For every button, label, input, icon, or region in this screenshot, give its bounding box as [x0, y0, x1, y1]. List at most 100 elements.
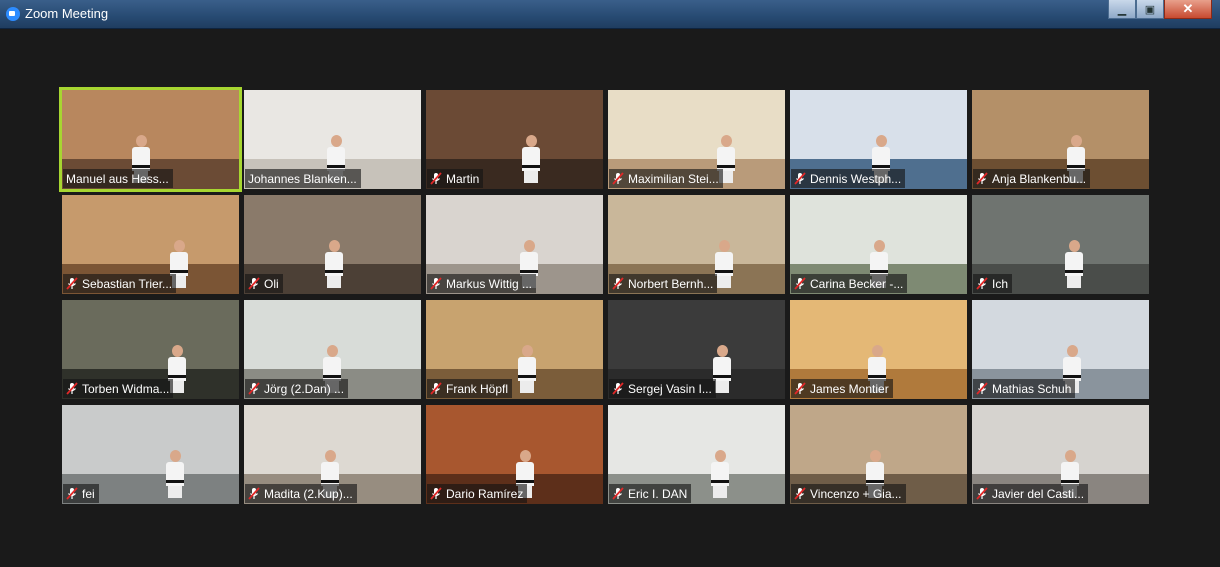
muted-mic-icon	[430, 277, 442, 290]
close-button[interactable]: ✕	[1164, 0, 1212, 19]
muted-mic-icon	[612, 487, 624, 500]
participant-name-tag: Carina Becker -...	[791, 274, 908, 293]
muted-mic-icon	[66, 487, 78, 500]
participant-name-tag: Johannes Blanken...	[245, 169, 361, 188]
muted-mic-icon	[430, 172, 442, 185]
participant-name-tag: Javier del Casti...	[973, 484, 1089, 503]
participant-figure	[166, 450, 184, 498]
participant-figure	[325, 240, 343, 288]
participant-tile[interactable]: Anja Blankenbu...	[972, 90, 1149, 189]
muted-mic-icon	[794, 172, 806, 185]
participant-name-tag: Anja Blankenbu...	[973, 169, 1091, 188]
participant-name-tag: fei	[63, 484, 99, 503]
participant-tile[interactable]: Markus Wittig ...	[426, 195, 603, 294]
participant-tile[interactable]: fei	[62, 405, 239, 504]
participant-name-tag: James Montier	[791, 379, 893, 398]
window-controls: ▁ ▣ ✕	[1108, 0, 1212, 20]
participant-name: Frank Höpfl	[446, 381, 509, 396]
participant-tile[interactable]: Oli	[244, 195, 421, 294]
muted-mic-icon	[976, 172, 988, 185]
participant-name: Sebastian Trier...	[82, 276, 173, 291]
participant-name: fei	[82, 486, 95, 501]
participant-figure	[1065, 240, 1083, 288]
muted-mic-icon	[794, 487, 806, 500]
participant-name: Oli	[264, 276, 279, 291]
participant-tile[interactable]: Sebastian Trier...	[62, 195, 239, 294]
maximize-button[interactable]: ▣	[1136, 0, 1164, 19]
participant-name: Anja Blankenbu...	[992, 171, 1087, 186]
participant-tile[interactable]: Maximilian Stei...	[608, 90, 785, 189]
participant-name-tag: Vincenzo + Gia...	[791, 484, 906, 503]
participant-name: Sergej Vasin I...	[628, 381, 712, 396]
participant-name: Dario Ramírez	[446, 486, 524, 501]
minimize-icon: ▁	[1117, 3, 1127, 16]
participant-name: Dennis Westph...	[810, 171, 902, 186]
participant-name: Eric I. DAN	[628, 486, 688, 501]
participant-tile[interactable]: Ich	[972, 195, 1149, 294]
participant-name-tag: Eric I. DAN	[609, 484, 692, 503]
participant-name-tag: Norbert Bernh...	[609, 274, 718, 293]
muted-mic-icon	[976, 382, 988, 395]
participant-name-tag: Dario Ramírez	[427, 484, 528, 503]
gallery-view: Manuel aus Hess... Johannes Blanken... Mar…	[59, 87, 1150, 504]
muted-mic-icon	[248, 382, 260, 395]
participant-figure	[711, 450, 729, 498]
participant-tile[interactable]: Mathias Schuh	[972, 300, 1149, 399]
participant-figure	[518, 345, 536, 393]
muted-mic-icon	[430, 382, 442, 395]
participant-tile[interactable]: Manuel aus Hess...	[59, 87, 242, 192]
muted-mic-icon	[794, 382, 806, 395]
participant-tile[interactable]: Johannes Blanken...	[244, 90, 421, 189]
participant-name: Javier del Casti...	[992, 486, 1085, 501]
participant-tile[interactable]: Eric I. DAN	[608, 405, 785, 504]
maximize-icon: ▣	[1144, 3, 1156, 16]
muted-mic-icon	[976, 277, 988, 290]
participant-name-tag: Dennis Westph...	[791, 169, 906, 188]
participant-tile[interactable]: Carina Becker -...	[790, 195, 967, 294]
participant-name: Maximilian Stei...	[628, 171, 719, 186]
participant-name-tag: Oli	[245, 274, 283, 293]
participant-tile[interactable]: Javier del Casti...	[972, 405, 1149, 504]
participant-name: Madita (2.Kup)...	[264, 486, 353, 501]
participant-name: Vincenzo + Gia...	[810, 486, 902, 501]
participant-name: Martin	[446, 171, 480, 186]
muted-mic-icon	[66, 277, 78, 290]
participant-tile[interactable]: Dario Ramírez	[426, 405, 603, 504]
participant-name: Carina Becker -...	[810, 276, 904, 291]
participant-tile[interactable]: Sergej Vasin I...	[608, 300, 785, 399]
participant-name-tag: Markus Wittig ...	[427, 274, 537, 293]
zoom-window: Zoom Meeting ▁ ▣ ✕ Manuel aus Hess... Joh…	[0, 0, 1220, 567]
muted-mic-icon	[430, 487, 442, 500]
participant-name: Torben Widma...	[82, 381, 170, 396]
minimize-button[interactable]: ▁	[1108, 0, 1136, 19]
muted-mic-icon	[976, 487, 988, 500]
participant-figure	[715, 240, 733, 288]
participant-tile[interactable]: Jörg (2.Dan) ...	[244, 300, 421, 399]
participant-name: Johannes Blanken...	[248, 171, 357, 186]
participant-tile[interactable]: Norbert Bernh...	[608, 195, 785, 294]
participant-name-tag: Martin	[427, 169, 484, 188]
participant-tile[interactable]: Dennis Westph...	[790, 90, 967, 189]
muted-mic-icon	[612, 277, 624, 290]
participant-name-tag: Sebastian Trier...	[63, 274, 177, 293]
muted-mic-icon	[794, 277, 806, 290]
participant-name: Manuel aus Hess...	[66, 171, 169, 186]
participant-name: Mathias Schuh	[992, 381, 1072, 396]
zoom-app-icon	[6, 7, 20, 21]
participant-name-tag: Torben Widma...	[63, 379, 174, 398]
title-bar[interactable]: Zoom Meeting ▁ ▣ ✕	[0, 0, 1220, 29]
participant-name-tag: Manuel aus Hess...	[63, 169, 173, 188]
participant-name-tag: Sergej Vasin I...	[609, 379, 716, 398]
muted-mic-icon	[612, 382, 624, 395]
participant-tile[interactable]: Vincenzo + Gia...	[790, 405, 967, 504]
participant-tile[interactable]: Martin	[426, 90, 603, 189]
participant-tile[interactable]: Torben Widma...	[62, 300, 239, 399]
participant-figure	[522, 135, 540, 183]
muted-mic-icon	[248, 277, 260, 290]
participant-name: Norbert Bernh...	[628, 276, 714, 291]
participant-tile[interactable]: Frank Höpfl	[426, 300, 603, 399]
participant-name: Ich	[992, 276, 1009, 291]
participant-tile[interactable]: James Montier	[790, 300, 967, 399]
participant-tile[interactable]: Madita (2.Kup)...	[244, 405, 421, 504]
window-title: Zoom Meeting	[25, 6, 109, 21]
